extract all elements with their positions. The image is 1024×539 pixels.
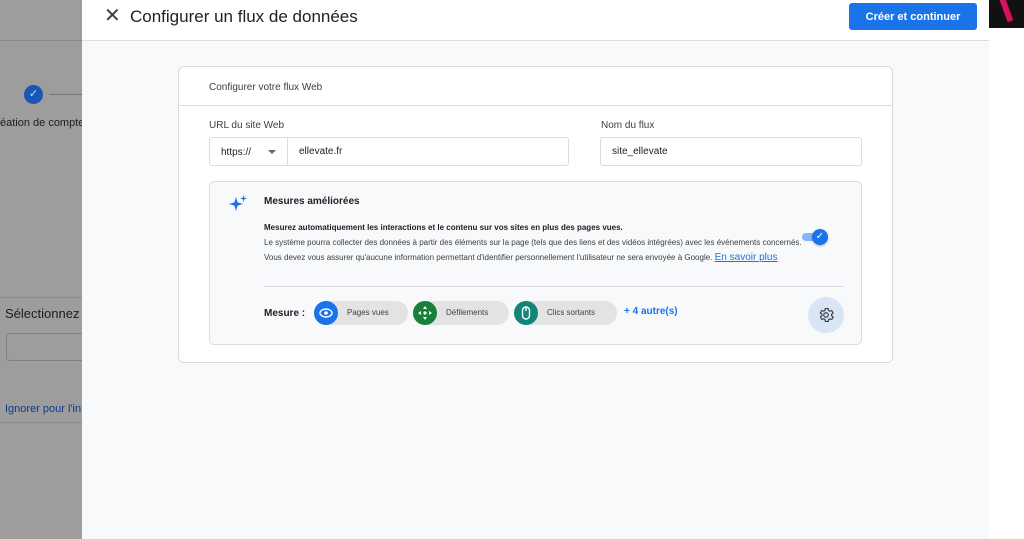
chip-label: Clics sortants bbox=[547, 308, 596, 317]
scroll-icon bbox=[413, 301, 437, 325]
url-label: URL du site Web bbox=[209, 120, 285, 131]
background-divider bbox=[0, 40, 82, 41]
card-header: Configurer votre flux Web bbox=[179, 67, 892, 106]
stream-name-label: Nom du flux bbox=[601, 120, 655, 131]
more-events-link[interactable]: + 4 autre(s) bbox=[624, 306, 678, 317]
stream-name-input[interactable] bbox=[600, 137, 862, 166]
enhanced-description: Mesurez automatiquement les interactions… bbox=[264, 220, 804, 265]
right-strip bbox=[989, 0, 1024, 539]
background-input bbox=[6, 333, 82, 361]
step-connector bbox=[49, 94, 82, 95]
close-icon[interactable]: ✕ bbox=[104, 6, 121, 26]
enhanced-title: Mesures améliorées bbox=[264, 196, 360, 207]
url-input[interactable] bbox=[287, 137, 569, 166]
create-continue-button[interactable]: Créer et continuer bbox=[849, 3, 977, 30]
gear-icon bbox=[819, 307, 834, 323]
step-check-icon: ✓ bbox=[24, 85, 43, 104]
protocol-select[interactable]: https:// bbox=[209, 137, 288, 166]
enhanced-desc-bold: Mesurez automatiquement les interactions… bbox=[264, 223, 623, 232]
chip-clics-sortants[interactable]: Clics sortants bbox=[514, 301, 617, 325]
page-title: Configurer un flux de données bbox=[130, 7, 358, 26]
enhanced-measurement-box: Mesures améliorées Mesurez automatiqueme… bbox=[209, 181, 862, 345]
background-section-title: Sélectionnez u bbox=[5, 306, 82, 321]
background-divider bbox=[0, 297, 82, 298]
stream-config-panel: ✕ Configurer un flux de données Créer et… bbox=[82, 0, 989, 539]
chip-label: Défilements bbox=[446, 308, 489, 317]
card-title: Configurer votre flux Web bbox=[209, 82, 323, 93]
learn-more-link[interactable]: En savoir plus bbox=[715, 252, 778, 263]
step-label: éation de compte bbox=[0, 117, 82, 129]
settings-button[interactable] bbox=[808, 297, 844, 333]
chip-pages-vues[interactable]: Pages vues bbox=[314, 301, 408, 325]
chip-defilements[interactable]: Défilements bbox=[413, 301, 509, 325]
corner-logo bbox=[989, 0, 1024, 28]
measure-label: Mesure : bbox=[264, 308, 306, 319]
background-page: ✓ éation de compte Sélectionnez u Ignore… bbox=[0, 0, 82, 539]
check-icon: ✓ bbox=[812, 229, 828, 245]
eye-icon bbox=[314, 301, 338, 325]
sparkle-icon bbox=[229, 195, 247, 211]
chip-label: Pages vues bbox=[347, 308, 389, 317]
divider bbox=[264, 286, 844, 287]
ignore-link: Ignorer pour l'in bbox=[5, 403, 82, 415]
protocol-value: https:// bbox=[221, 147, 252, 158]
mouse-icon bbox=[514, 301, 538, 325]
panel-header: ✕ Configurer un flux de données Créer et… bbox=[82, 0, 989, 41]
web-stream-card: Configurer votre flux Web URL du site We… bbox=[178, 66, 893, 363]
background-divider bbox=[0, 422, 82, 423]
chevron-down-icon bbox=[268, 150, 276, 154]
enhanced-toggle[interactable]: ✓ bbox=[802, 229, 828, 245]
